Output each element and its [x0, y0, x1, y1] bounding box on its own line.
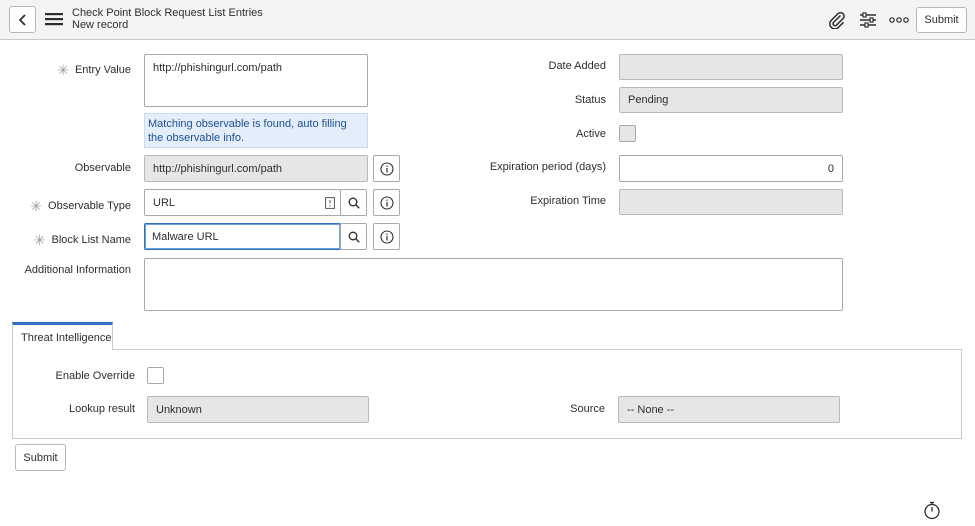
active-checkbox — [619, 125, 636, 142]
additional-information-label: Additional Information — [24, 264, 131, 276]
observable-type-input[interactable]: URL — [144, 189, 341, 216]
observable-type-info-button[interactable] — [373, 189, 400, 216]
personalize-form-button[interactable] — [857, 9, 879, 31]
status-field: Pending — [619, 87, 843, 113]
observable-type-value: URL — [153, 196, 176, 209]
required-asterisk-icon: ✳ — [30, 198, 43, 214]
search-icon — [348, 197, 360, 209]
lookup-result-label: Lookup result — [68, 403, 135, 415]
reference-icon[interactable] — [325, 197, 335, 209]
attachment-button[interactable] — [826, 9, 848, 31]
observable-label: Observable — [74, 162, 131, 174]
date-added-field — [619, 54, 843, 80]
sliders-icon — [860, 12, 876, 28]
block-list-name-lookup-button[interactable] — [340, 223, 367, 250]
stopwatch-icon[interactable] — [922, 500, 942, 520]
expiration-period-label: Expiration period (days) — [489, 161, 606, 173]
lookup-result-field: Unknown — [147, 396, 369, 423]
search-icon — [348, 231, 360, 243]
more-options-button[interactable] — [888, 9, 910, 31]
date-added-label: Date Added — [548, 60, 607, 72]
expiration-period-input[interactable]: 0 — [619, 155, 843, 182]
observable-type-label: ✳ Observable Type — [30, 198, 131, 214]
back-button[interactable] — [9, 6, 36, 33]
paperclip-icon — [829, 11, 845, 29]
additional-information-input[interactable] — [144, 258, 843, 311]
entry-value-label: ✳ Entry Value — [57, 62, 131, 78]
enable-override-label: Enable Override — [55, 370, 136, 382]
active-label: Active — [576, 128, 606, 140]
submit-button-header[interactable]: Submit — [916, 7, 967, 33]
form-subtitle: New record — [72, 19, 129, 31]
required-asterisk-icon: ✳ — [33, 232, 46, 248]
info-circle-icon — [379, 195, 394, 210]
block-list-name-label: ✳ Block List Name — [33, 232, 131, 248]
observable-type-lookup-button[interactable] — [340, 189, 367, 216]
block-list-name-input[interactable]: Malware URL — [144, 223, 341, 250]
page-title: Check Point Block Request List Entries N… — [72, 7, 263, 31]
submit-button-footer[interactable]: Submit — [15, 444, 66, 471]
required-asterisk-icon: ✳ — [57, 62, 69, 78]
info-circle-icon — [379, 161, 394, 176]
entry-value-input[interactable]: http://phishingurl.com/path — [144, 54, 368, 107]
info-circle-icon — [379, 229, 394, 244]
observable-info-button[interactable] — [373, 155, 400, 182]
form-header: Check Point Block Request List Entries N… — [0, 0, 975, 40]
source-select[interactable]: -- None -- — [618, 396, 840, 423]
source-label: Source — [570, 403, 605, 415]
tab-threat-intelligence[interactable]: Threat Intelligence — [12, 322, 113, 350]
threat-intelligence-section: Enable Override Lookup result Unknown So… — [12, 349, 962, 439]
expiration-time-label: Expiration Time — [530, 195, 606, 207]
form-title: Check Point Block Request List Entries — [72, 7, 263, 19]
block-list-name-info-button[interactable] — [373, 223, 400, 250]
info-message: Matching observable is found, auto filli… — [144, 113, 368, 148]
observable-field: http://phishingurl.com/path — [144, 155, 368, 182]
enable-override-checkbox[interactable] — [147, 367, 164, 384]
status-label: Status — [574, 94, 606, 106]
chevron-left-icon — [18, 13, 26, 26]
hamburger-icon[interactable] — [45, 12, 63, 26]
ellipsis-icon — [889, 17, 909, 23]
expiration-time-field — [619, 189, 843, 215]
